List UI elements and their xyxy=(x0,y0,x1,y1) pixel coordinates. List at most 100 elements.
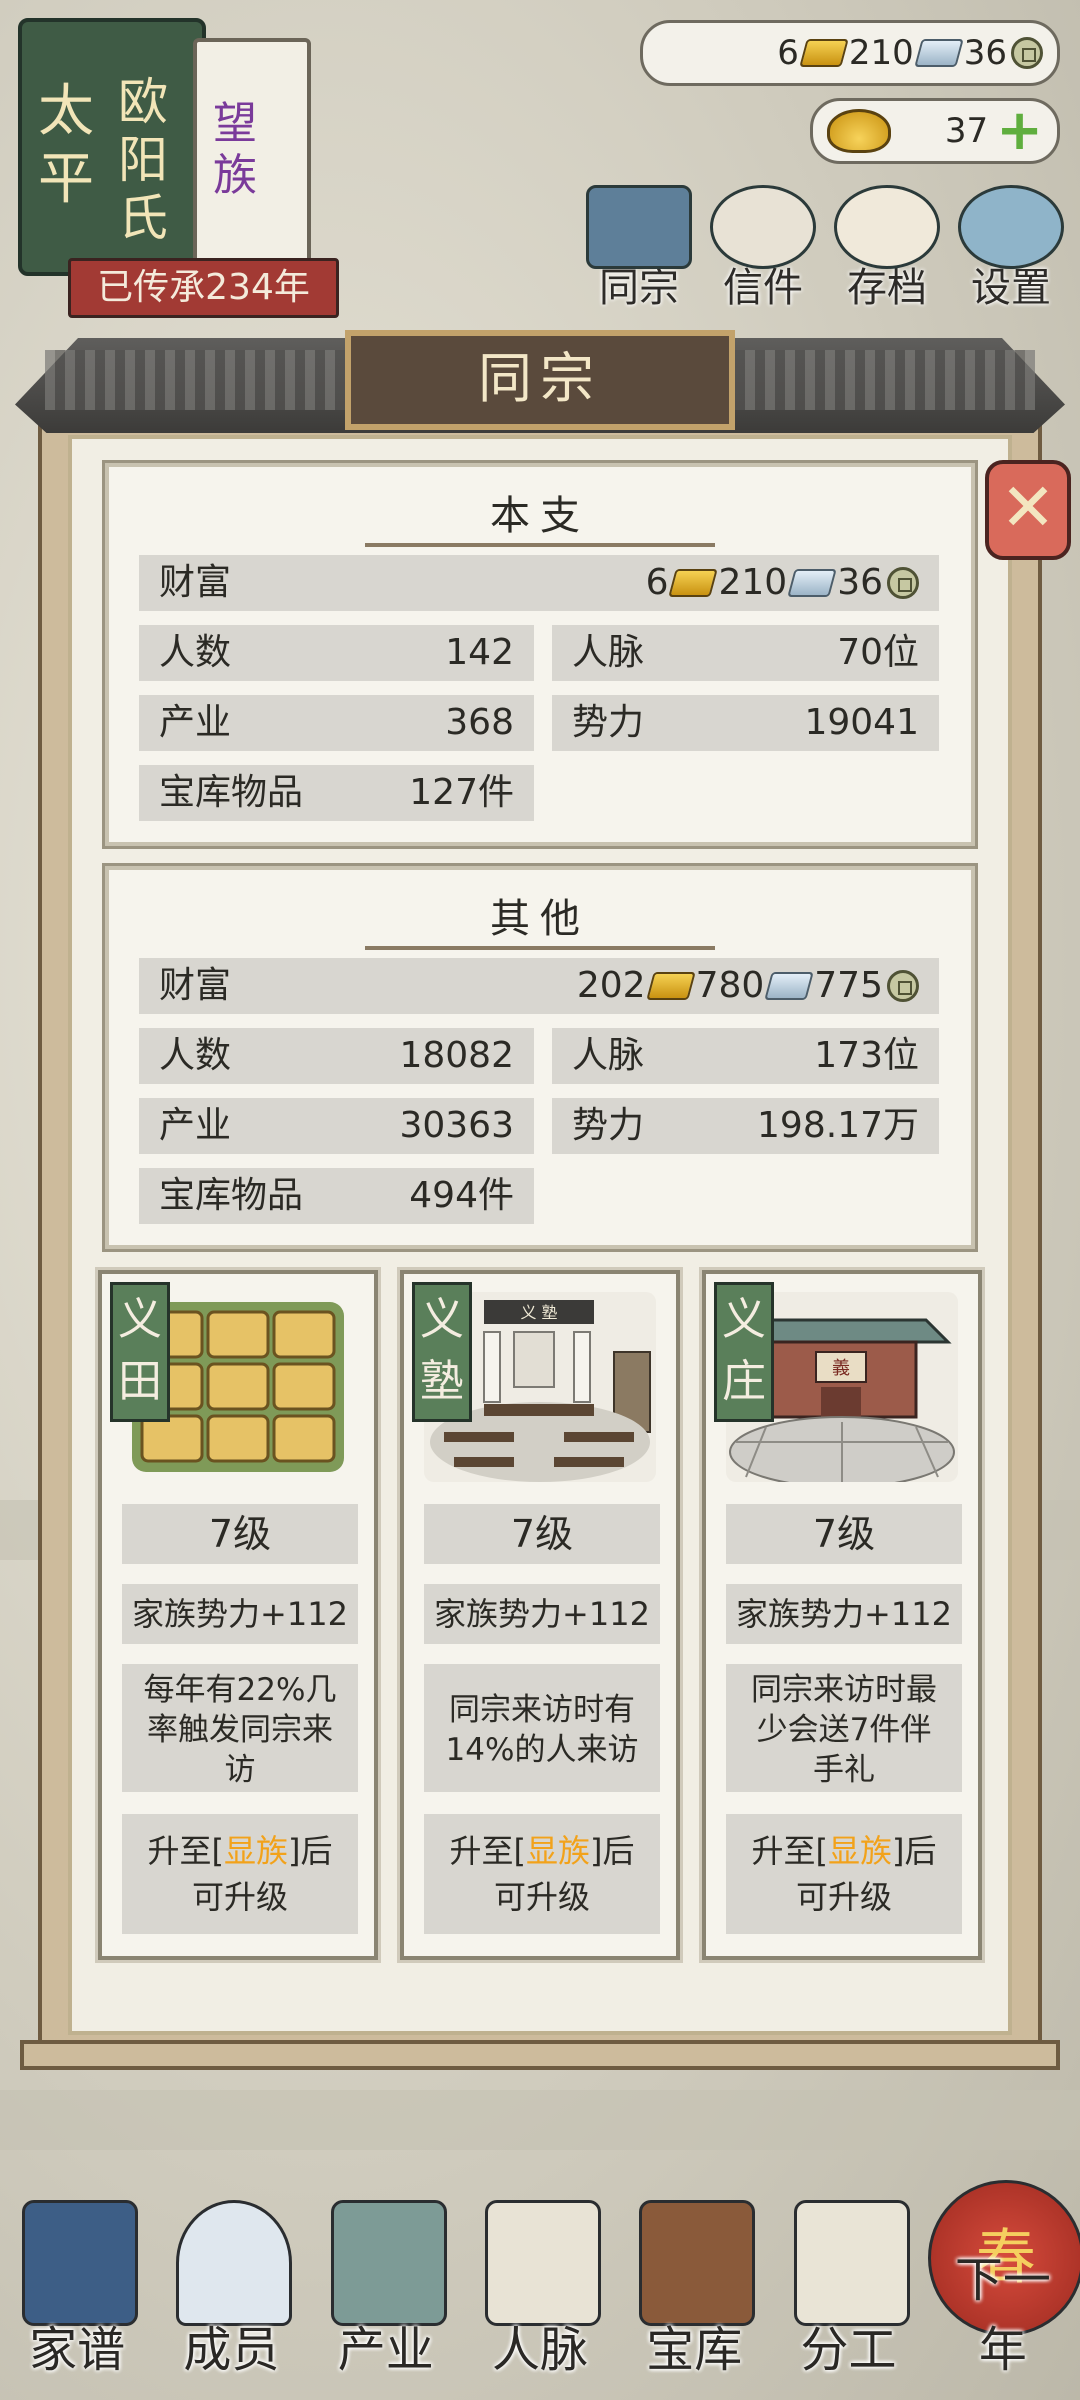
upgrade-requirement: 升至[显族]后 可升级 xyxy=(424,1814,660,1934)
feature-description: 同宗来访时有 14%的人来访 xyxy=(424,1664,660,1792)
row-label: 人数 xyxy=(159,1035,232,1076)
silver-bar-icon xyxy=(787,569,837,597)
silver-bar-icon xyxy=(764,972,815,1000)
menu-letters-button[interactable]: 信件 xyxy=(704,185,822,313)
family-title: 太平 xyxy=(38,79,94,212)
row-label: 势力 xyxy=(572,1105,645,1146)
tag-char: 义 xyxy=(420,1294,464,1345)
nav-label: 家谱 xyxy=(29,2322,126,2378)
generations-ribbon: 已传承234年 xyxy=(68,258,339,318)
silver-bar-icon xyxy=(913,39,964,67)
feature-card-school[interactable]: 义 塾 义 塾 7级 家族势力+112 同宗来访时有 14%的人来访 升至[显族… xyxy=(400,1270,680,1960)
row-value: 6 210 36 xyxy=(646,555,919,611)
desc-line: 每年有22%几 xyxy=(143,1672,337,1708)
silver-amount: 780 xyxy=(695,965,765,1006)
req-text: 升至[ xyxy=(449,1832,526,1870)
gold-amount: 6 xyxy=(645,562,669,603)
feature-level: 7级 xyxy=(726,1504,962,1564)
network-row: 人脉 70位 xyxy=(552,625,939,681)
gear-icon xyxy=(958,185,1064,269)
req-text: 可升级 xyxy=(795,1878,892,1916)
row-value: 494件 xyxy=(409,1175,514,1216)
treasure-box-icon xyxy=(639,2200,756,2326)
family-book[interactable]: 太平 欧阳氏 望族 已传承234年 xyxy=(18,18,339,318)
copper-coin-icon xyxy=(887,970,919,1002)
nav-network-button[interactable]: 人脉 xyxy=(475,2180,605,2380)
desc-line: 率触发同宗来 xyxy=(147,1712,333,1748)
copper-amount: 36 xyxy=(837,562,883,603)
tag-char: 义 xyxy=(722,1294,766,1345)
nav-division-button[interactable]: 分工 xyxy=(784,2180,914,2380)
heading-rule xyxy=(365,543,715,547)
desc-line: 同宗来访时有 xyxy=(449,1692,635,1728)
feature-level: 7级 xyxy=(122,1504,358,1564)
nav-property-button[interactable]: 产业 xyxy=(321,2180,451,2380)
currency-bar: 6 210 36 xyxy=(640,20,1060,86)
desc-line: 少会送7件伴 xyxy=(756,1712,932,1748)
copper-coin-icon xyxy=(1011,37,1043,69)
others-card: 其他 财富 202 780 775 人数 18082 人脉 173位 产业 30… xyxy=(105,866,975,1249)
feature-description: 同宗来访时最 少会送7件伴 手礼 xyxy=(726,1664,962,1792)
property-row: 产业 30363 xyxy=(139,1098,534,1154)
row-label: 财富 xyxy=(159,562,232,603)
req-text: 升至[ xyxy=(147,1832,224,1870)
feature-card-field[interactable]: 义 田 7级 家族势力+112 每年有22%几 率触发同宗来 访 升至[显族]后… xyxy=(98,1270,378,1960)
row-value: 127件 xyxy=(409,772,514,813)
nav-treasury-button[interactable]: 宝库 xyxy=(629,2180,759,2380)
row-label: 产业 xyxy=(159,702,232,743)
nav-genealogy-button[interactable]: 家谱 xyxy=(12,2180,142,2380)
gold-amount: 202 xyxy=(576,965,646,1006)
nav-label: 下一年 xyxy=(954,2252,1051,2378)
nav-members-button[interactable]: 成员 xyxy=(166,2180,296,2380)
feature-tag: 义 塾 xyxy=(412,1282,472,1422)
nav-label: 产业 xyxy=(337,2322,434,2378)
menu-clan-button[interactable]: 同宗 xyxy=(580,185,698,313)
estate-sign: 義 xyxy=(832,1358,850,1379)
network-icon xyxy=(484,2200,601,2326)
req-text: 升至[ xyxy=(751,1832,828,1870)
letter-icon xyxy=(710,185,816,269)
wealth-row: 财富 202 780 775 xyxy=(139,958,939,1014)
close-button[interactable]: ✕ xyxy=(985,460,1071,560)
silver-amount: 210 xyxy=(718,562,788,603)
people-row: 人数 142 xyxy=(139,625,534,681)
genealogy-book-icon xyxy=(22,2200,139,2326)
gold-bar-icon xyxy=(645,972,696,1000)
nav-label: 人脉 xyxy=(491,2322,588,2378)
copper-coin-icon xyxy=(887,567,919,599)
treasury-row: 宝库物品 494件 xyxy=(139,1168,534,1224)
copper-amount: 775 xyxy=(814,965,883,1006)
feature-description: 每年有22%几 率触发同宗来 访 xyxy=(122,1664,358,1792)
feature-card-estate[interactable]: 義 义 庄 7级 家族势力+112 同宗来访时最 少会送7件伴 手礼 升至[显族… xyxy=(702,1270,982,1960)
next-year-button[interactable]: 春 下一年 xyxy=(927,2180,1080,2380)
req-text: ]后 xyxy=(590,1832,635,1870)
menu-settings-button[interactable]: 设置 xyxy=(952,185,1070,313)
req-rank: 显族 xyxy=(223,1832,288,1870)
tag-char: 塾 xyxy=(420,1356,464,1407)
background-strip xyxy=(0,2090,1080,2150)
desc-line: 访 xyxy=(224,1752,256,1788)
upgrade-requirement: 升至[显族]后 可升级 xyxy=(122,1814,358,1934)
dialog-title: 同宗 xyxy=(345,330,735,430)
req-rank: 显族 xyxy=(827,1832,892,1870)
row-value: 142 xyxy=(445,632,514,673)
add-ingot-button[interactable]: + xyxy=(996,103,1043,159)
row-label: 产业 xyxy=(159,1105,232,1146)
family-rank: 望族 xyxy=(213,98,257,201)
people-row: 人数 18082 xyxy=(139,1028,534,1084)
silver-amount: 210 xyxy=(848,33,914,73)
scroll-icon xyxy=(834,185,940,269)
req-text: ]后 xyxy=(288,1832,333,1870)
row-label: 财富 xyxy=(159,965,232,1006)
feature-tag: 义 庄 xyxy=(714,1282,774,1422)
card-heading-text: 本支 xyxy=(490,493,590,539)
req-text: ]后 xyxy=(892,1832,937,1870)
network-row: 人脉 173位 xyxy=(552,1028,939,1084)
card-heading: 其他 xyxy=(109,870,971,950)
menu-save-button[interactable]: 存档 xyxy=(828,185,946,313)
scroll-icon xyxy=(793,2200,910,2326)
desc-line: 14%的人来访 xyxy=(445,1732,639,1768)
main-branch-card: 本支 财富 6 210 36 人数 142 人脉 70位 产业 368 势力 1… xyxy=(105,463,975,846)
tag-char: 庄 xyxy=(722,1356,766,1407)
row-value: 70位 xyxy=(837,632,919,673)
